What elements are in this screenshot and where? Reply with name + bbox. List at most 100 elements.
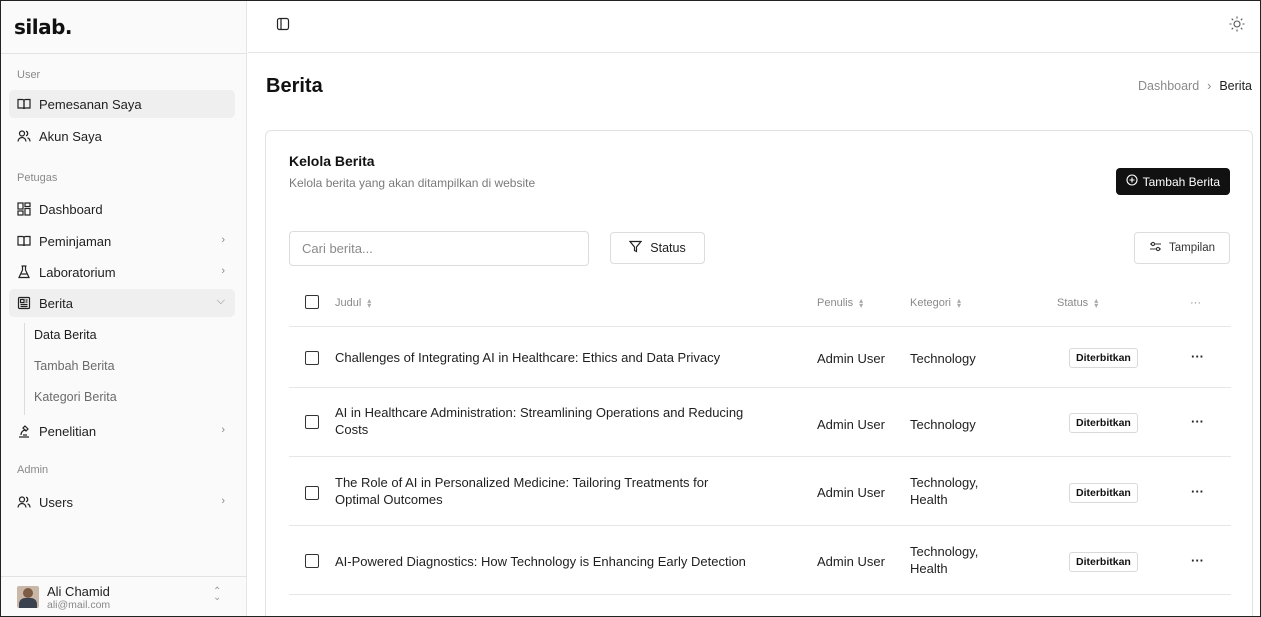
search-input[interactable] [289,231,589,266]
row-checkbox[interactable] [305,351,319,365]
row-title[interactable]: The Role of AI in Personalized Medicine:… [335,474,708,508]
status-badge: Diterbitkan [1069,348,1138,368]
section-label-petugas: Petugas [17,172,58,184]
sort-icon: ▴ ▾ [956,296,961,310]
view-options-button[interactable]: Tampilan [1134,232,1230,264]
book-open-icon [17,234,31,248]
more-actions-icon[interactable]: ··· [1191,553,1204,568]
filter-icon [629,240,643,256]
column-header-judul[interactable]: Judul ▴ ▾ [335,297,371,310]
sliders-icon [1149,240,1162,256]
breadcrumb-separator: › [1207,79,1212,93]
section-label-admin: Admin [17,464,49,476]
status-filter-button[interactable]: Status [610,232,705,264]
row-author: Admin User [817,417,885,432]
newspaper-icon [17,296,31,310]
column-label: Ketegori [910,297,951,309]
plus-circle-icon [1126,174,1138,189]
view-options-label: Tampilan [1168,242,1216,254]
table-row[interactable]: The Role of AI in Personalized Medicine:… [289,457,1231,526]
select-all-checkbox[interactable] [305,295,319,309]
submenu-item-kategori-berita[interactable]: Kategori Berita [34,390,117,404]
sidebar-item-dashboard[interactable]: Dashboard [9,195,235,223]
app-logo[interactable]: silab. [14,15,73,39]
breadcrumb-current: Berita [1219,79,1252,93]
sidebar-toggle-icon[interactable] [276,17,290,31]
row-checkbox[interactable] [305,415,319,429]
submenu-item-data-berita[interactable]: Data Berita [34,328,97,342]
status-badge: Diterbitkan [1069,483,1138,503]
sidebar-item-label: Akun Saya [39,128,102,144]
breadcrumb-dashboard[interactable]: Dashboard [1138,79,1199,93]
avatar[interactable] [17,586,39,608]
sidebar-item-label: Berita [39,295,73,311]
sidebar-item-users[interactable]: Users › [9,488,235,516]
status-filter-label: Status [650,241,686,255]
table-row[interactable]: AI-Powered Diagnostics: How Technology i… [289,526,1231,595]
more-actions-icon[interactable]: ··· [1191,484,1204,499]
user-name[interactable]: Ali Chamid [47,584,110,599]
dashboard-grid-icon [17,202,31,216]
sidebar-item-penelitian[interactable]: Penelitian › [9,417,235,445]
row-category: Technology, Health [910,544,979,576]
column-header-status[interactable]: Status ▴ ▾ [1057,297,1098,310]
add-news-button[interactable]: Tambah Berita [1115,168,1230,195]
status-badge: Diterbitkan [1069,413,1138,433]
sidebar-item-akun[interactable]: Akun Saya [9,122,235,150]
column-header-penulis[interactable]: Penulis ▴ ▾ [817,296,864,310]
row-author: Admin User [817,351,885,366]
sidebar-item-label: Peminjaman [39,233,112,249]
row-author: Admin User [817,554,885,569]
chevron-right-icon: › [221,265,225,277]
column-header-actions: ··· [1190,297,1201,309]
chevrons-up-down-icon[interactable]: ⌃ ⌄ [213,587,221,603]
column-label: Judul [335,297,362,309]
card-subtitle: Kelola berita yang akan ditampilkan di w… [289,176,536,190]
submenu-item-tambah-berita[interactable]: Tambah Berita [34,359,115,373]
sidebar-item-laboratorium[interactable]: Laboratorium › [9,258,235,286]
add-news-label: Tambah Berita [1142,174,1220,189]
row-title[interactable]: AI in Healthcare Administration: Streaml… [335,404,743,438]
row-checkbox[interactable] [305,486,319,500]
table-row[interactable]: Challenges of Integrating AI in Healthca… [289,327,1231,388]
sidebar: silab. User Pemesanan Saya Akun Saya Pet… [1,1,247,616]
sort-icon: ▴ ▾ [859,296,864,310]
more-actions-icon[interactable]: ··· [1191,414,1204,429]
sun-icon[interactable] [1228,15,1246,33]
avatar-head [23,588,33,598]
sidebar-item-label: Pemesanan Saya [39,96,142,112]
news-table: Judul ▴ ▾ Penulis ▴ ▾ Ketegori ▴ ▾ Status ▴… [289,281,1231,616]
users-icon [17,495,31,509]
row-category: Technology [910,351,976,366]
more-actions-icon[interactable]: ··· [1191,349,1204,364]
news-card: Kelola Berita Kelola berita yang akan di… [265,130,1253,616]
row-title[interactable]: AI-Powered Diagnostics: How Technology i… [335,553,746,570]
column-label: Penulis [817,297,854,309]
topbar [248,1,1260,53]
chevron-down-icon: ⌵ [216,295,225,307]
row-author: Admin User [817,485,885,500]
user-email: ali@mail.com [47,599,111,611]
table-row[interactable]: AI in Healthcare Administration: Streaml… [289,388,1231,457]
row-title[interactable]: Challenges of Integrating AI in Healthca… [335,349,720,366]
sidebar-item-label: Dashboard [39,201,103,217]
column-header-kategori[interactable]: Ketegori ▴ ▾ [910,296,961,310]
chevron-right-icon: › [221,495,225,507]
submenu-guide-line [24,323,25,415]
sidebar-item-berita[interactable]: Berita ⌵ [9,289,235,317]
research-icon [17,424,31,438]
sidebar-divider [1,53,247,54]
status-badge: Diterbitkan [1069,552,1138,572]
table-row[interactable] [289,595,1231,616]
chevron-right-icon: › [221,424,225,436]
section-label-user: User [17,69,41,81]
avatar-body [19,598,37,608]
sidebar-item-label: Penelitian [39,423,97,439]
sidebar-item-pemesanan[interactable]: Pemesanan Saya [9,90,235,118]
chevron-right-icon: › [221,234,225,246]
flask-icon [17,265,31,279]
sidebar-item-peminjaman[interactable]: Peminjaman › [9,227,235,255]
row-checkbox[interactable] [305,554,319,568]
row-category: Technology, Health [910,475,979,507]
sidebar-divider [1,576,247,577]
